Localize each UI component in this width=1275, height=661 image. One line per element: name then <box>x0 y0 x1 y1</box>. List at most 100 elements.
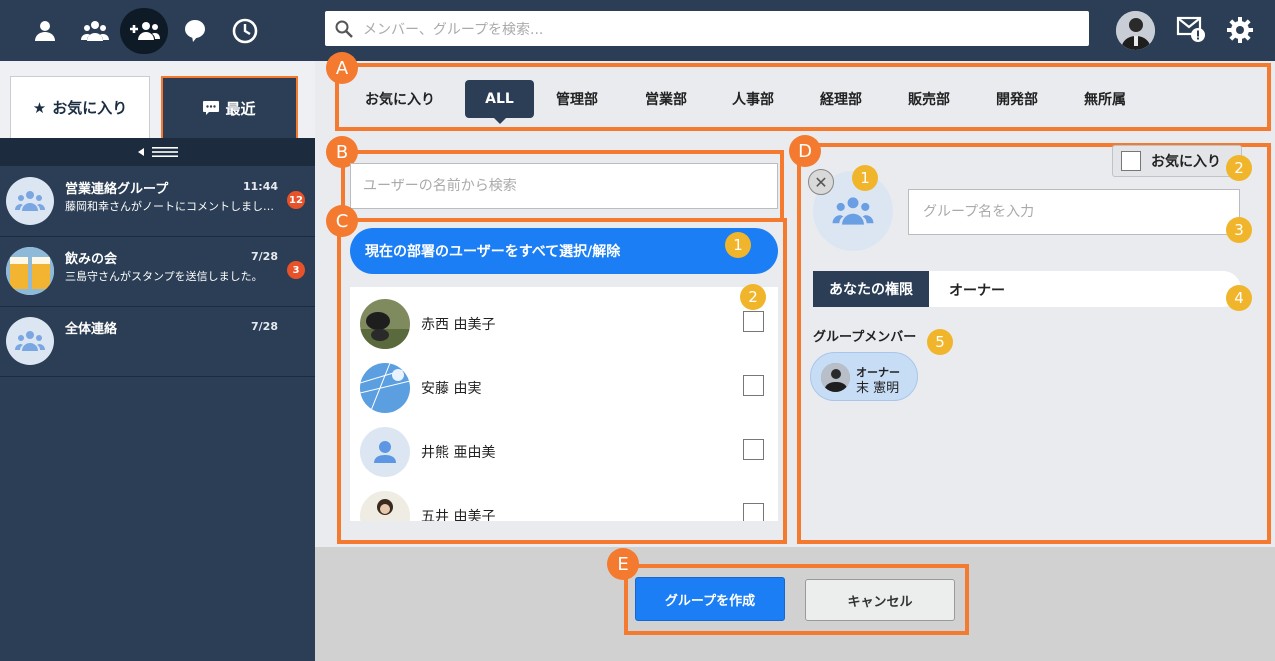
global-search-box[interactable] <box>325 11 1089 48</box>
group-favorite-toggle[interactable]: お気に入り <box>1112 145 1242 177</box>
select-all-button[interactable]: 現在の部署のユーザーをすべて選択/解除 <box>350 228 778 274</box>
person-icon <box>35 21 55 41</box>
avatar-photo <box>1116 11 1155 50</box>
chat-preview: 三島守さんがスタンプを送信しました。 <box>65 270 263 283</box>
user-select-checkbox[interactable] <box>743 311 764 332</box>
tab-dept[interactable]: 営業部 <box>635 80 697 118</box>
list-footer <box>350 521 778 535</box>
group-avatar <box>6 317 54 365</box>
user-avatar <box>360 491 410 521</box>
chat-list-item[interactable]: 営業連絡グループ 11:44 藤岡和幸さんがノートにコメントしまし… 12 <box>0 167 315 237</box>
chat-name: 営業連絡グループ <box>65 182 169 197</box>
user-row[interactable]: 井熊 亜由美 <box>350 415 778 479</box>
star-icon: ★ <box>32 98 47 117</box>
favorite-label: お気に入り <box>1151 154 1221 170</box>
tab-recent[interactable]: 最近 <box>161 76 298 138</box>
chat-time: 7/28 <box>251 250 278 263</box>
user-row[interactable]: 安藤 由実 <box>350 351 778 415</box>
create-group-label: グループを作成 <box>664 593 756 609</box>
sky-photo <box>360 363 410 413</box>
mail-alert-icon <box>1176 16 1205 42</box>
annotation-number-4: 4 <box>1226 285 1252 311</box>
unread-badge: 3 <box>287 261 305 279</box>
user-name: 五井 由美子 <box>421 509 496 521</box>
permission-label: あなたの権限 <box>813 271 929 307</box>
user-row[interactable]: 五井 由美子 <box>350 479 778 521</box>
collapse-left-icon <box>137 147 178 157</box>
select-all-label: 現在の部署のユーザーをすべて選択/解除 <box>365 244 621 260</box>
notifications-button[interactable] <box>1176 14 1206 44</box>
chat-name: 飲みの会 <box>65 252 118 267</box>
user-name: 井熊 亜由美 <box>421 445 496 461</box>
beer-avatar <box>6 247 54 295</box>
chat-list-item[interactable]: 飲みの会 7/28 三島守さんがスタンプを送信しました。 3 <box>0 237 315 307</box>
group-name-field[interactable] <box>908 189 1240 235</box>
group-icon <box>832 197 874 225</box>
tab-dept[interactable]: 経理部 <box>810 80 872 118</box>
annotation-label-e: E <box>607 548 639 580</box>
group-icon <box>15 331 45 351</box>
annotation-label-d: D <box>789 135 821 167</box>
user-search-box[interactable] <box>350 163 778 209</box>
chat-name: 全体連絡 <box>65 322 118 337</box>
group-avatar <box>6 177 54 225</box>
permission-row: あなたの権限 オーナー <box>813 271 1241 307</box>
user-avatar[interactable] <box>1116 11 1155 50</box>
members-heading: グループメンバー <box>813 330 917 345</box>
chat-list-item[interactable]: 全体連絡 7/28 <box>0 307 315 377</box>
users-icon <box>81 21 109 41</box>
annotation-number-1: 1 <box>725 232 751 258</box>
annotation-number-2: 2 <box>740 284 766 310</box>
group-name-input[interactable] <box>909 190 1239 234</box>
remove-avatar-button[interactable]: ✕ <box>808 169 834 195</box>
user-select-checkbox[interactable] <box>743 503 764 521</box>
user-list: 赤西 由美子 安藤 由実 井熊 亜由美 五井 由美子 <box>350 287 778 521</box>
annotation-label-c: C <box>326 205 358 237</box>
annotation-number-2: 2 <box>1226 155 1252 181</box>
unread-badge: 12 <box>287 191 305 209</box>
nav-history-button[interactable] <box>221 8 269 54</box>
default-person-icon <box>374 441 396 463</box>
settings-button[interactable] <box>1226 16 1254 44</box>
nav-group-create-button[interactable] <box>120 8 168 54</box>
create-group-button[interactable]: グループを作成 <box>635 577 785 621</box>
user-search-input[interactable] <box>351 164 777 208</box>
favorite-checkbox[interactable] <box>1121 151 1141 171</box>
person-photo <box>360 491 410 521</box>
cancel-button[interactable]: キャンセル <box>805 579 955 621</box>
cancel-label: キャンセル <box>847 594 913 610</box>
tab-dept-favorites[interactable]: お気に入り <box>354 80 446 118</box>
user-avatar <box>360 363 410 413</box>
user-avatar <box>360 427 410 477</box>
tab-dept-all[interactable]: ALL <box>465 80 534 118</box>
user-select-checkbox[interactable] <box>743 375 764 396</box>
tab-dept[interactable]: 無所属 <box>1074 80 1136 118</box>
tab-dept[interactable]: 管理部 <box>546 80 608 118</box>
user-row[interactable]: 赤西 由美子 <box>350 287 778 351</box>
tab-favorites[interactable]: ★ お気に入り <box>10 76 150 138</box>
annotation-number-5: 5 <box>927 329 953 355</box>
tab-favorites-label: お気に入り <box>52 99 128 117</box>
user-name: 安藤 由実 <box>421 381 482 397</box>
nav-person-button[interactable] <box>21 8 69 54</box>
chat-preview: 藤岡和幸さんがノートにコメントしまし… <box>65 200 274 213</box>
sidebar-collapse-handle[interactable] <box>0 138 315 166</box>
nav-chat-button[interactable] <box>171 8 219 54</box>
member-photo <box>821 363 850 392</box>
member-chip[interactable]: オーナー 末 憲明 <box>810 352 918 401</box>
annotation-number-1: 1 <box>852 165 878 191</box>
tab-dept[interactable]: 販売部 <box>898 80 960 118</box>
member-name: 末 憲明 <box>856 381 900 396</box>
tab-dept[interactable]: 人事部 <box>722 80 784 118</box>
tab-recent-label: 最近 <box>225 99 256 118</box>
annotation-number-3: 3 <box>1226 217 1252 243</box>
chat-dots-icon <box>203 101 220 115</box>
tab-dept[interactable]: 開発部 <box>986 80 1048 118</box>
member-avatar <box>821 363 850 392</box>
search-icon <box>335 20 353 38</box>
nav-users-button[interactable] <box>71 8 119 54</box>
user-name: 赤西 由美子 <box>421 317 496 333</box>
chat-time: 11:44 <box>242 180 278 193</box>
global-search-input[interactable] <box>361 11 1085 48</box>
user-select-checkbox[interactable] <box>743 439 764 460</box>
